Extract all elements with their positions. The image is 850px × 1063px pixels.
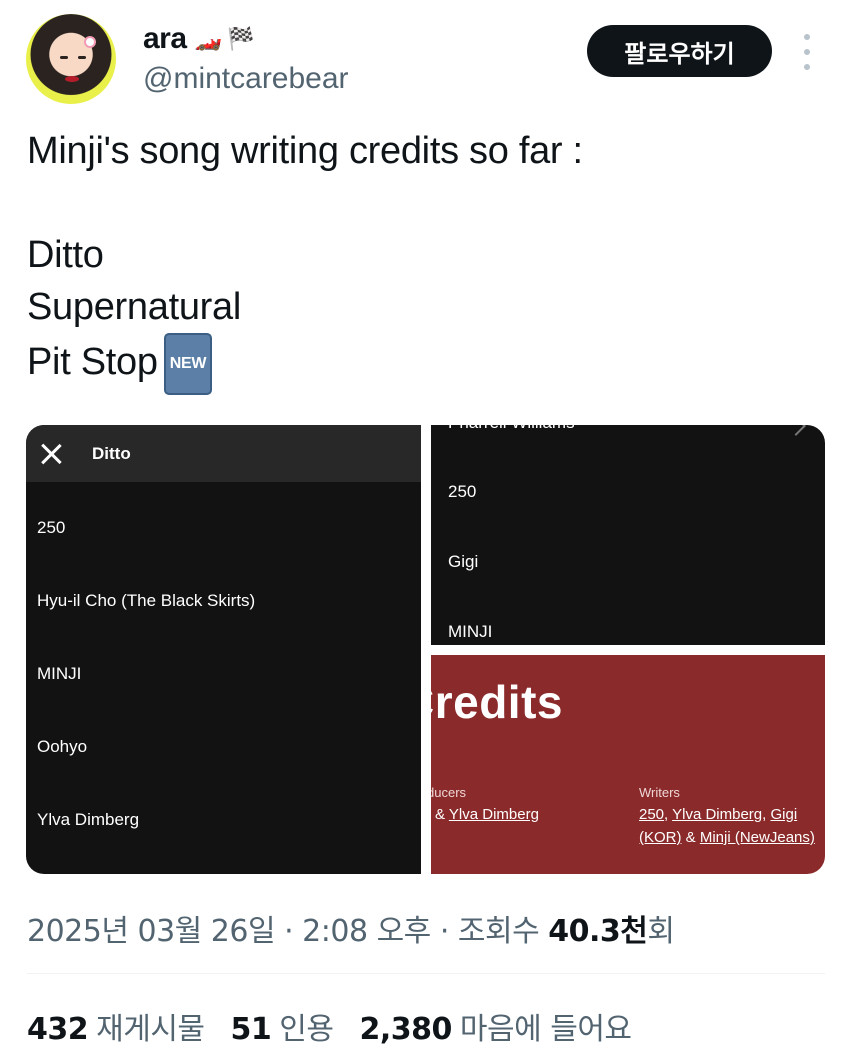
timestamp[interactable]: 2025년 03월 26일 · 2:08 오후 · 조회수: [27, 914, 548, 949]
tweet-meta: 2025년 03월 26일 · 2:08 오후 · 조회수 40.3천회: [27, 906, 675, 950]
tweet-line: Pit Stop: [27, 341, 158, 384]
credit-row: MINJI: [448, 622, 493, 641]
avatar[interactable]: [26, 14, 116, 104]
writer-link: 250: [639, 806, 665, 823]
writers-value: 250, Ylva Dimberg, Gigi (KOR) & Minji (Ne…: [639, 806, 815, 846]
credit-row: Ylva Dimberg: [37, 810, 140, 829]
divider: [27, 973, 825, 974]
new-emoji-badge: NEW: [163, 333, 213, 395]
author-name-text: ara: [143, 22, 187, 55]
reposts-stat[interactable]: 432 재게시물: [27, 1004, 205, 1048]
tweet-line: Minji's song writing credits so far :: [27, 130, 583, 172]
chevron-right-icon: [786, 425, 806, 436]
writer-link: Ylva Dimberg: [672, 806, 763, 823]
credits-heading: Credits: [431, 676, 563, 728]
author-handle[interactable]: @mintcarebear: [143, 62, 349, 96]
song-title: Ditto: [92, 443, 131, 463]
producers-label: ducers: [431, 785, 467, 800]
media-image-ditto-credits[interactable]: Ditto 250 Hyu-il Cho (The Black Skirts) …: [26, 425, 421, 874]
credit-row: Oohyo: [37, 737, 88, 756]
follow-button[interactable]: 팔로우하기: [587, 25, 772, 77]
credit-row: MINJI: [37, 664, 82, 683]
view-count: 40.3천: [548, 914, 648, 949]
tweet-line: Supernatural: [27, 286, 241, 328]
credit-row: 250: [448, 482, 477, 501]
avatar-lips: [65, 76, 79, 82]
credit-row-cut: Pharrell Williams: [448, 425, 575, 433]
close-icon: [40, 443, 62, 465]
writer-link: (KOR): [639, 829, 682, 846]
avatar-eye: [78, 56, 86, 59]
race-car-flag-emoji: 🏎️ 🏁: [194, 26, 255, 51]
writer-link: Minji (NewJeans): [699, 829, 815, 846]
quotes-stat[interactable]: 51 인용: [231, 1004, 334, 1048]
avatar-hairclip: [84, 36, 96, 48]
tweet-media[interactable]: Ditto 250 Hyu-il Cho (The Black Skirts) …: [26, 425, 825, 874]
producer-link: Ylva Dimberg: [448, 806, 539, 823]
engagement-stats: 432 재게시물 51 인용 2,380 마음에 들어요: [27, 1004, 632, 1048]
view-suffix: 회: [647, 914, 675, 949]
media-image-pitstop-credits[interactable]: Credits ducers & Ylva Dimberg Writers 25…: [431, 655, 825, 874]
avatar-eye: [60, 56, 68, 59]
author-name[interactable]: ara 🏎️ 🏁: [143, 22, 254, 56]
tweet-text: Minji's song writing credits so far : Di…: [27, 125, 583, 395]
credits-header: Ditto: [26, 425, 421, 482]
more-options-icon[interactable]: [797, 34, 817, 70]
writers-label: Writers: [639, 785, 680, 800]
producers-value: & Ylva Dimberg: [435, 806, 539, 823]
credit-row: 250: [37, 518, 66, 537]
writer-link: Gigi: [770, 806, 798, 823]
credit-row: Hyu-il Cho (The Black Skirts): [37, 591, 256, 610]
likes-stat[interactable]: 2,380 마음에 들어요: [359, 1004, 632, 1048]
media-image-supernatural-credits[interactable]: Pharrell Williams 250 Gigi MINJI: [431, 425, 825, 645]
tweet-line: Ditto: [27, 234, 104, 276]
credit-row: Gigi: [448, 552, 479, 571]
